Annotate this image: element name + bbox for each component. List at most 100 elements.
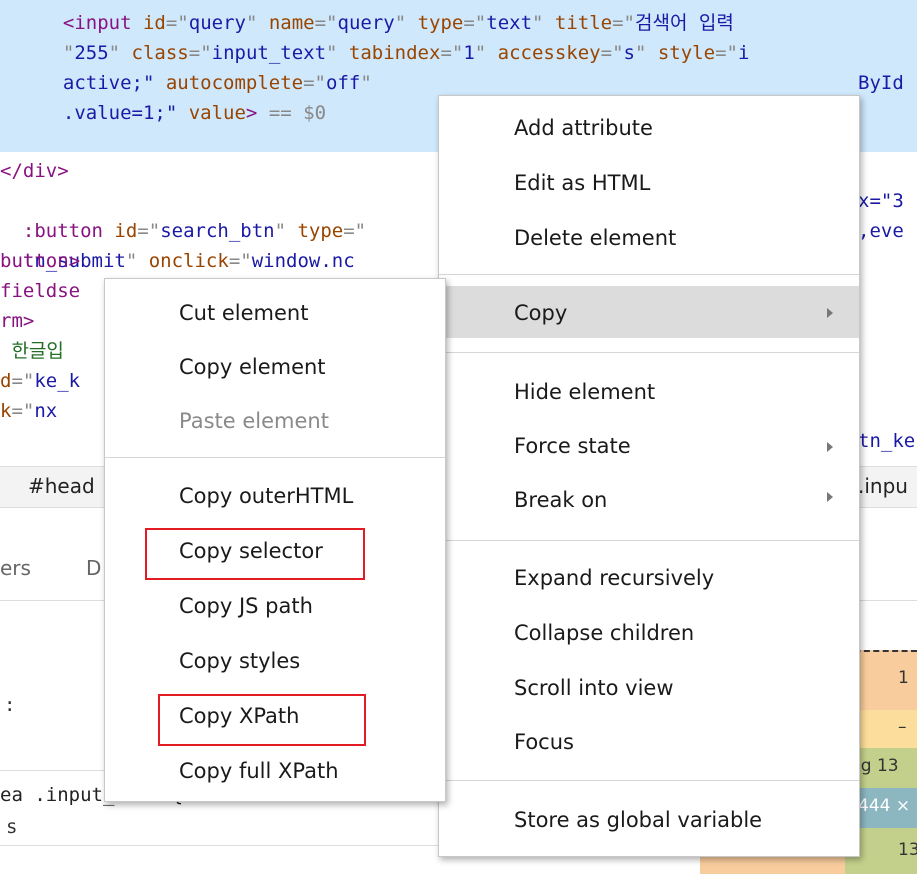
submenu-item-copy-full-xpath[interactable]: Copy full XPath [179, 759, 339, 783]
code-token: type [406, 12, 464, 34]
styles-rule-fragment: s [6, 816, 18, 838]
menu-item-delete-element[interactable]: Delete element [514, 226, 676, 250]
code-token: =" [165, 12, 189, 34]
dom-line-korean-comment[interactable]: 한글입 [0, 336, 63, 366]
code-token: .value=1;" [40, 102, 178, 124]
code-token: input_text [211, 42, 327, 64]
dom-line-form-close[interactable]: rm> [0, 306, 34, 336]
submenu-item-paste-element[interactable]: Paste element [179, 409, 329, 433]
menu-item-break-on[interactable]: Break on [514, 488, 607, 512]
code-token: title [543, 12, 613, 34]
code-token: s [623, 42, 635, 64]
submenu-item-copy-styles[interactable]: Copy styles [179, 649, 300, 673]
menu-item-store-as-global-variable[interactable]: Store as global variable [514, 808, 762, 832]
dom-line-button-close[interactable]: button> [0, 246, 80, 276]
code-token: =" [715, 42, 738, 64]
box-model-value-1: 1 [898, 668, 909, 688]
styles-bullet: : [4, 694, 16, 716]
context-menu-copy-highlight [439, 286, 859, 338]
code-token: " [474, 42, 487, 64]
code-token: =" [188, 42, 212, 64]
dom-line-div-close[interactable]: </div> [0, 156, 69, 186]
submenu-item-copy-element[interactable]: Copy element [179, 355, 326, 379]
menu-item-collapse-children[interactable]: Collapse children [514, 621, 694, 645]
menu-item-hide-element[interactable]: Hide element [514, 380, 655, 404]
code-token: $0 [303, 102, 327, 124]
menu-separator-3 [439, 540, 859, 541]
code-token: 255 [74, 42, 109, 64]
code-token: value [177, 102, 246, 124]
code-token: style [646, 42, 716, 64]
code-token: query [337, 12, 395, 34]
code-token: " [360, 72, 372, 94]
submenu-item-copy-outerhtml[interactable]: Copy outerHTML [179, 484, 353, 508]
code-token: accesskey [486, 42, 601, 64]
code-line-1[interactable]: <input id="query" name="query" type="tex… [40, 8, 734, 38]
code-token: =" [463, 12, 487, 34]
code-token: query [188, 12, 246, 34]
code-line-3-tail: ById [858, 72, 904, 94]
code-token: " [40, 42, 75, 64]
submenu-item-cut-element[interactable]: Cut element [179, 301, 308, 325]
menu-item-add-attribute[interactable]: Add attribute [514, 116, 653, 140]
code-token: off [326, 72, 361, 94]
tab-dom-breakpoints[interactable]: D [86, 556, 101, 580]
code-token: tabindex [337, 42, 441, 64]
annotation-box-copy-selector [145, 528, 365, 580]
menu-separator-4 [439, 780, 859, 781]
code-token: id [131, 12, 166, 34]
code-token: active;" [40, 72, 155, 94]
context-menu: Add attribute Edit as HTML Delete elemen… [438, 95, 860, 857]
dom-line-ke-id[interactable]: d="ke_k [0, 366, 80, 396]
code-token: autocomplete [154, 72, 304, 94]
code-token: < [40, 12, 75, 34]
code-line-4[interactable]: .value=1;" value> == $0 [40, 98, 326, 128]
code-token: =" [314, 12, 338, 34]
tab-event-listeners[interactable]: ers [0, 556, 31, 580]
submenu-item-copy-js-path[interactable]: Copy JS path [179, 594, 313, 618]
code-token: i [737, 42, 750, 64]
code-token: " [245, 12, 258, 34]
box-model-value-2: – [898, 717, 907, 737]
code-token: > [245, 102, 258, 124]
break-on-arrow-icon [827, 492, 833, 502]
menu-item-edit-as-html[interactable]: Edit as HTML [514, 171, 650, 195]
breadcrumb-item-input[interactable]: .inpu [858, 474, 908, 498]
menu-item-focus[interactable]: Focus [514, 730, 574, 754]
menu-item-copy[interactable]: Copy [514, 301, 567, 325]
dom-line-fieldset[interactable]: fieldse [0, 276, 80, 306]
code-token: 검색어 입력 [635, 12, 734, 34]
code-token: " [108, 42, 121, 64]
code-token: =" [440, 42, 464, 64]
code-token: " [532, 12, 544, 34]
code-token: 1 [463, 42, 475, 64]
code-token: =" [612, 12, 635, 34]
code-token: " [326, 42, 338, 64]
code-token: name [257, 12, 315, 34]
menu-separator-1 [439, 274, 859, 275]
fragment-btn-type-tail: x="3 [858, 190, 904, 212]
force-state-arrow-icon [827, 442, 833, 452]
code-token: =" [303, 72, 326, 94]
dom-line-nx[interactable]: k="nx [0, 396, 57, 426]
menu-item-expand-recursively[interactable]: Expand recursively [514, 566, 714, 590]
code-token: " [634, 42, 647, 64]
fragment-ke-tail: tn_ke [858, 430, 916, 452]
copy-submenu-arrow-icon [827, 308, 833, 318]
code-token: input [74, 12, 132, 34]
submenu-separator [105, 457, 445, 458]
code-line-2[interactable]: "255" class="input_text" tabindex="1" ac… [40, 38, 750, 68]
fragment-onclick-tail: ,eve [858, 220, 904, 242]
box-model-value-5: 13 [898, 840, 917, 860]
annotation-box-copy-xpath [158, 694, 366, 746]
code-token: =" [600, 42, 624, 64]
code-token: text [486, 12, 533, 34]
menu-item-scroll-into-view[interactable]: Scroll into view [514, 676, 674, 700]
breadcrumb-item-head[interactable]: #head [28, 474, 95, 498]
code-token: " [394, 12, 407, 34]
code-line-3[interactable]: active;" autocomplete="off" [40, 68, 372, 98]
code-token: class [120, 42, 189, 64]
box-model-value-4: 444 × [858, 796, 911, 816]
menu-separator-2 [439, 352, 859, 353]
menu-item-force-state[interactable]: Force state [514, 434, 631, 458]
